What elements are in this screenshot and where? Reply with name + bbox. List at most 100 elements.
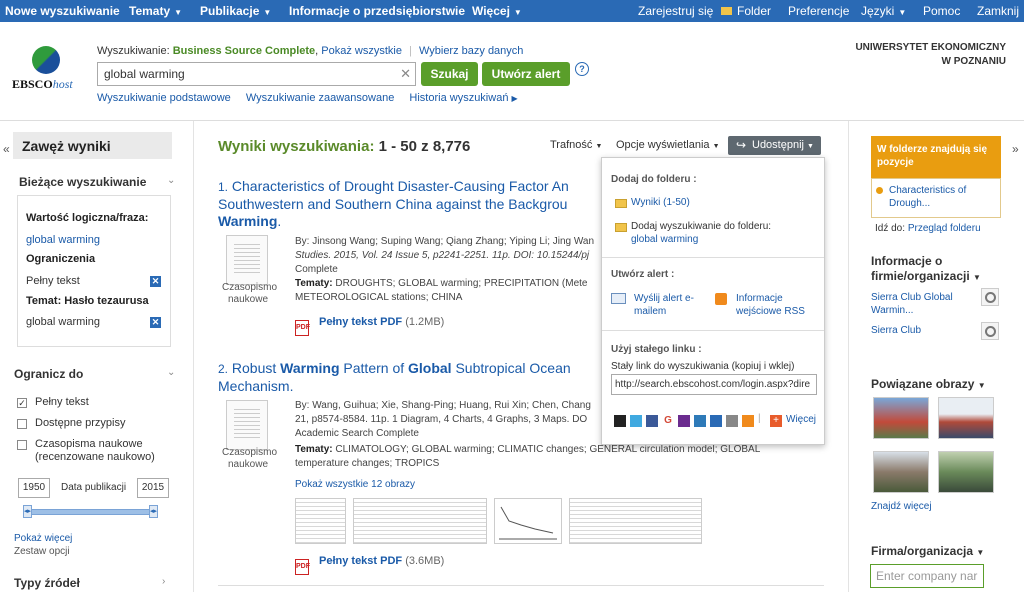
folder-item-link[interactable]: Characteristics of Drough... [889,184,966,210]
company-info-heading[interactable]: Informacje o firmie/organizacji ▼ [871,254,981,285]
nav-help[interactable]: Pomoc [923,4,960,18]
database-name: Business Source Complete [172,45,316,57]
remove-limiter-icon[interactable]: ✕ [150,276,161,287]
nav-exit[interactable]: Zamknij [977,4,1019,18]
options-set-link[interactable]: Zestaw opcji [14,546,70,557]
year-from-input[interactable]: 1950 [18,478,50,498]
page-options-dropdown[interactable]: Opcje wyświetlania ▼ [616,139,720,151]
slider-handle-left[interactable]: ◂▸ [23,505,32,518]
add-search-query[interactable]: global warming [631,234,698,245]
result-2-image-thumb[interactable] [569,498,702,544]
folder-panel-body: Characteristics of Drough... [871,178,1001,218]
nav-publications[interactable]: Publikacje ▼ [200,4,271,18]
folder-icon [615,199,627,208]
basic-search-link[interactable]: Wyszukiwanie podstawowe [97,92,231,104]
scholarly-checkbox[interactable] [17,440,27,450]
search-input[interactable]: global warming ✕ [97,62,416,86]
result-2-title[interactable]: 2. Robust Warming Pattern of Global Subt… [218,360,600,395]
ebsco-logo-text[interactable]: EBSCOhost [12,77,73,92]
sierra-club-global-link[interactable]: Sierra Club Global Warmin... [871,291,953,317]
delicious-icon[interactable] [614,415,626,427]
facebook-icon[interactable] [646,415,658,427]
left-divider [193,121,194,592]
pubdate-slider[interactable] [24,509,157,515]
collapse-right-icon[interactable]: » [1012,142,1019,156]
search-query: global warming [104,67,185,81]
more-share-icon[interactable]: + [770,415,782,427]
related-image-thumb[interactable] [938,397,994,439]
year-to-input[interactable]: 2015 [137,478,169,498]
google-icon[interactable]: G [662,415,674,427]
choose-databases-link[interactable]: Wybierz bazy danych [419,45,523,57]
share-button[interactable]: Udostępnij ▼ [728,136,821,155]
result-2-image-thumb[interactable] [295,498,346,544]
nav-folder[interactable]: Folder [721,4,771,18]
related-image-thumb[interactable] [873,397,929,439]
add-search-to-folder[interactable]: Dodaj wyszukiwanie do folderu: [631,221,771,232]
remove-thesaurus-icon[interactable]: ✕ [150,317,161,328]
remove-item-icon[interactable] [876,187,883,194]
rss-feed-link[interactable]: Informacje wejściowe RSS [736,292,805,318]
show-more-link[interactable]: Pokaż więcej [14,533,72,544]
show-all-images-link[interactable]: Pokaż wszystkie 12 obrazy [295,479,415,490]
magnify-icon[interactable] [981,288,999,306]
permalink-input[interactable]: http://search.ebscohost.com/login.aspx?d… [611,374,817,395]
nav-signin[interactable]: Zarejestruj się [638,4,713,18]
nav-new-search[interactable]: Nowe wyszukiwanie [5,4,120,18]
twitter-icon[interactable] [630,415,642,427]
result-1-pdf-link[interactable]: PDF Pełny tekst PDF (1.2MB) [295,316,444,336]
result-2-image-thumb[interactable] [494,498,562,544]
find-more-link[interactable]: Znajdź więcej [871,501,932,512]
references-label: Dostępne przypisy [35,417,126,429]
limit-to-heading[interactable]: Ogranicz do ⌄ [14,367,179,381]
yahoo-icon[interactable] [678,415,690,427]
linkedin-icon[interactable] [710,415,722,427]
result-1-title[interactable]: 1. Characteristics of Drought Disaster-C… [218,178,600,230]
current-search-heading[interactable]: Bieżące wyszukiwanie ⌄ [19,175,179,189]
boolean-value[interactable]: global warming [26,234,100,246]
folder-view-link[interactable]: Przegląd folderu [908,223,981,234]
fulltext-checkbox[interactable]: ✓ [17,398,27,408]
search-history-link[interactable]: Historia wyszukiwań ▶ [409,92,517,104]
related-images-heading[interactable]: Powiązane obrazy ▼ [871,377,986,393]
slider-handle-right[interactable]: ◂▸ [149,505,158,518]
more-share-link[interactable]: Więcej [786,414,816,425]
ebsco-logo-icon[interactable] [32,46,60,74]
journal-icon[interactable] [226,400,268,450]
nav-languages[interactable]: Języki ▼ [861,4,906,18]
email-alert-link[interactable]: Wyślij alert e-mailem [634,292,694,318]
menu-divider [602,257,824,258]
chevron-down-icon: ▼ [263,8,272,17]
add-results-to-folder[interactable]: Wyniki (1-50) [631,197,690,208]
company-search-input[interactable]: Enter company nar [870,564,984,588]
nav-more[interactable]: Więcej ▼ [472,4,522,18]
create-alert-button[interactable]: Utwórz alert [482,62,570,86]
advanced-search-link[interactable]: Wyszukiwanie zaawansowane [246,92,394,104]
mail-share-icon[interactable] [726,415,738,427]
source-types-heading[interactable]: Typy źródeł › [14,576,179,590]
bookmark-icon[interactable] [694,415,706,427]
help-icon[interactable]: ? [575,62,589,76]
journal-icon[interactable] [226,235,268,285]
nav-preferences[interactable]: Preferencje [788,4,849,18]
company-org-heading[interactable]: Firma/organizacja ▼ [871,544,984,560]
result-2-image-thumb[interactable] [353,498,487,544]
result-divider [218,585,824,586]
email-icon [611,293,626,304]
thesaurus-label: Temat: Hasło tezaurusa [26,295,149,307]
nav-company-info[interactable]: Informacje o przedsiębiorstwie [289,4,465,18]
blogger-icon[interactable] [742,415,754,427]
related-image-thumb[interactable] [873,451,929,493]
references-checkbox[interactable] [17,419,27,429]
collapse-left-icon[interactable]: « [3,142,10,156]
result-2-pdf-link[interactable]: PDF Pełny tekst PDF (3.6MB) [295,555,444,575]
nav-subjects[interactable]: Tematy ▼ [129,4,182,18]
related-image-thumb[interactable] [938,451,994,493]
rss-icon [715,293,727,305]
relevance-dropdown[interactable]: Trafność ▼ [550,139,602,151]
magnify-icon[interactable] [981,322,999,340]
sierra-club-link[interactable]: Sierra Club [871,325,921,336]
search-button[interactable]: Szukaj [421,62,478,86]
show-all-link[interactable]: Pokaż wszystkie [321,45,402,57]
clear-icon[interactable]: ✕ [400,66,411,82]
